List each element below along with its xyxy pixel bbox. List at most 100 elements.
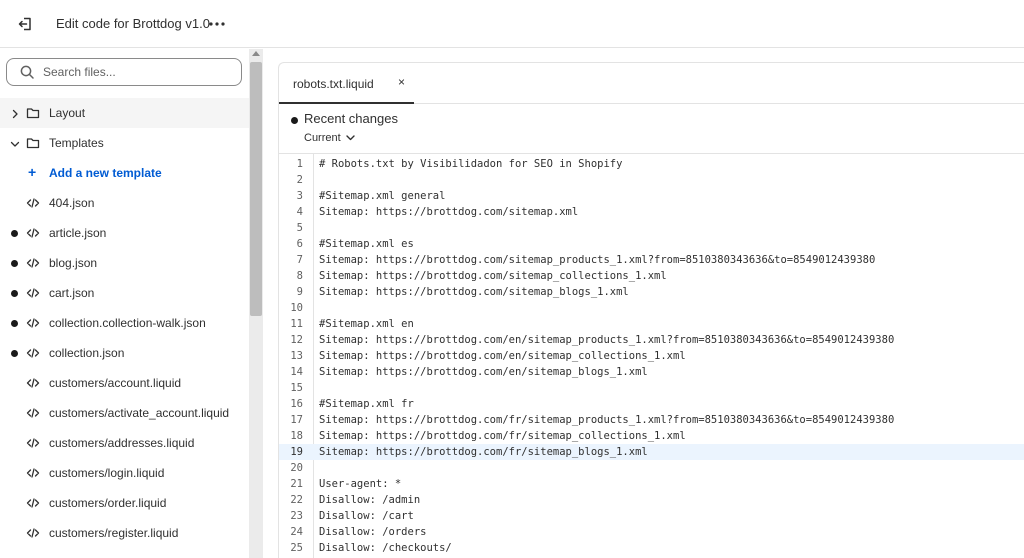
code-line[interactable]: 10 <box>279 300 1024 316</box>
file-item[interactable]: customers/order.liquid <box>0 488 249 518</box>
code-line[interactable]: 25 Disallow: /checkouts/ <box>279 540 1024 556</box>
code-line[interactable]: 24 Disallow: /orders <box>279 524 1024 540</box>
line-text: #Sitemap.xml en <box>319 318 414 330</box>
more-horizontal-icon <box>209 22 225 26</box>
code-line[interactable]: 1 # Robots.txt by Visibilidadon for SEO i… <box>279 156 1024 172</box>
line-text: User-agent: * <box>319 478 402 490</box>
line-number: 15 <box>290 382 303 394</box>
file-item[interactable]: customers/addresses.liquid <box>0 428 249 458</box>
line-number: 18 <box>290 430 303 442</box>
tree-item-label: collection.collection-walk.json <box>49 316 206 330</box>
code-line[interactable]: 5 <box>279 220 1024 236</box>
search-input[interactable] <box>43 65 223 79</box>
line-number: 6 <box>296 238 303 250</box>
code-file-icon <box>26 286 40 300</box>
tab-label: robots.txt.liquid <box>293 77 374 91</box>
line-number: 23 <box>290 510 303 522</box>
tree-item-label: cart.json <box>49 286 95 300</box>
line-number: 16 <box>290 398 303 410</box>
code-file-icon <box>26 436 40 450</box>
code-line[interactable]: 15 <box>279 380 1024 396</box>
file-item[interactable]: collection.json <box>0 338 249 368</box>
exit-icon <box>18 17 31 31</box>
folder-icon <box>26 136 40 150</box>
code-line[interactable]: 14 Sitemap: https://brottdog.com/en/sitem… <box>279 364 1024 380</box>
line-text: #Sitemap.xml es <box>319 238 414 250</box>
code-file-icon <box>26 376 40 390</box>
tree-item-label: customers/login.liquid <box>49 466 165 480</box>
add-template-link[interactable]: + Add a new template <box>0 158 249 188</box>
code-file-icon <box>26 346 40 360</box>
file-item[interactable]: customers/account.liquid <box>0 368 249 398</box>
code-line[interactable]: 18 Sitemap: https://brottdog.com/fr/sitem… <box>279 428 1024 444</box>
line-text: Sitemap: https://brottdog.com/en/sitemap… <box>319 350 686 362</box>
line-text: Sitemap: https://brottdog.com/fr/sitemap… <box>319 414 895 426</box>
file-tree: Layout Templates + Add a new template 404.js… <box>0 98 249 548</box>
file-item[interactable]: collection.collection-walk.json <box>0 308 249 338</box>
file-item[interactable]: blog.json <box>0 248 249 278</box>
folder-layout[interactable]: Layout <box>0 98 249 128</box>
tree-item-label: Add a new template <box>49 166 162 180</box>
tree-item-label: 404.json <box>49 196 95 210</box>
code-area[interactable]: 1 # Robots.txt by Visibilidadon for SEO i… <box>279 153 1024 558</box>
code-line[interactable]: 16 #Sitemap.xml fr <box>279 396 1024 412</box>
line-text: Sitemap: https://brottdog.com/sitemap_bl… <box>319 286 629 298</box>
folder-icon <box>26 106 40 120</box>
tree-item-label: customers/activate_account.liquid <box>49 406 230 420</box>
modified-indicator <box>11 320 18 327</box>
code-line[interactable]: 3 #Sitemap.xml general <box>279 188 1024 204</box>
line-number: 14 <box>290 366 303 378</box>
code-line[interactable]: 19 Sitemap: https://brottdog.com/fr/sitem… <box>279 444 1024 460</box>
search-icon <box>20 65 34 79</box>
code-line[interactable]: 21 User-agent: * <box>279 476 1024 492</box>
file-item[interactable]: customers/register.liquid <box>0 518 249 548</box>
code-line[interactable]: 20 <box>279 460 1024 476</box>
file-item[interactable]: 404.json <box>0 188 249 218</box>
file-sidebar: Layout Templates + Add a new template 404.js… <box>0 49 249 558</box>
code-line[interactable]: 6 #Sitemap.xml es <box>279 236 1024 252</box>
code-line[interactable]: 13 Sitemap: https://brottdog.com/en/sitem… <box>279 348 1024 364</box>
code-line[interactable]: 8 Sitemap: https://brottdog.com/sitemap_c… <box>279 268 1024 284</box>
code-line[interactable]: 7 Sitemap: https://brottdog.com/sitemap_p… <box>279 252 1024 268</box>
code-line[interactable]: 23 Disallow: /cart <box>279 508 1024 524</box>
line-text: Sitemap: https://brottdog.com/en/sitemap… <box>319 334 895 346</box>
tree-item-label: Templates <box>49 136 104 150</box>
line-text: Disallow: /checkouts/ <box>319 542 452 554</box>
sidebar-scroll-thumb[interactable] <box>250 62 262 316</box>
version-select[interactable]: Current <box>304 132 355 144</box>
line-number: 24 <box>290 526 303 538</box>
line-text: # Robots.txt by Visibilidadon for SEO in… <box>319 158 623 170</box>
file-item[interactable]: customers/login.liquid <box>0 458 249 488</box>
line-text: Sitemap: https://brottdog.com/sitemap_pr… <box>319 254 876 266</box>
scroll-up-arrow[interactable] <box>252 51 260 56</box>
code-file-icon <box>26 406 40 420</box>
tree-item-label: customers/order.liquid <box>49 496 167 510</box>
tab-robots-txt[interactable]: robots.txt.liquid × <box>279 63 414 104</box>
file-item[interactable]: cart.json <box>0 278 249 308</box>
code-line[interactable]: 22 Disallow: /admin <box>279 492 1024 508</box>
file-item[interactable]: customers/activate_account.liquid <box>0 398 249 428</box>
line-number: 13 <box>290 350 303 362</box>
modified-indicator <box>11 230 18 237</box>
tree-item-label: customers/register.liquid <box>49 526 179 540</box>
line-number: 3 <box>296 190 303 202</box>
line-number: 21 <box>290 478 303 490</box>
folder-templates[interactable]: Templates <box>0 128 249 158</box>
file-item[interactable]: article.json <box>0 218 249 248</box>
code-file-icon <box>26 226 40 240</box>
more-actions-button[interactable] <box>205 13 229 35</box>
chevron-down-icon <box>10 138 20 148</box>
code-line[interactable]: 11 #Sitemap.xml en <box>279 316 1024 332</box>
exit-button[interactable] <box>14 13 36 35</box>
code-line[interactable]: 4 Sitemap: https://brottdog.com/sitemap.x… <box>279 204 1024 220</box>
code-line[interactable]: 9 Sitemap: https://brottdog.com/sitemap_b… <box>279 284 1024 300</box>
code-line[interactable]: 17 Sitemap: https://brottdog.com/fr/sitem… <box>279 412 1024 428</box>
close-tab-button[interactable]: × <box>398 75 405 89</box>
code-line[interactable]: 12 Sitemap: https://brottdog.com/en/sitem… <box>279 332 1024 348</box>
search-box[interactable] <box>6 58 242 86</box>
code-line[interactable]: 2 <box>279 172 1024 188</box>
recent-changes: Recent changes Current <box>279 105 1024 153</box>
line-text: Disallow: /admin <box>319 494 421 506</box>
line-number: 2 <box>296 174 303 186</box>
line-number: 22 <box>290 494 303 506</box>
